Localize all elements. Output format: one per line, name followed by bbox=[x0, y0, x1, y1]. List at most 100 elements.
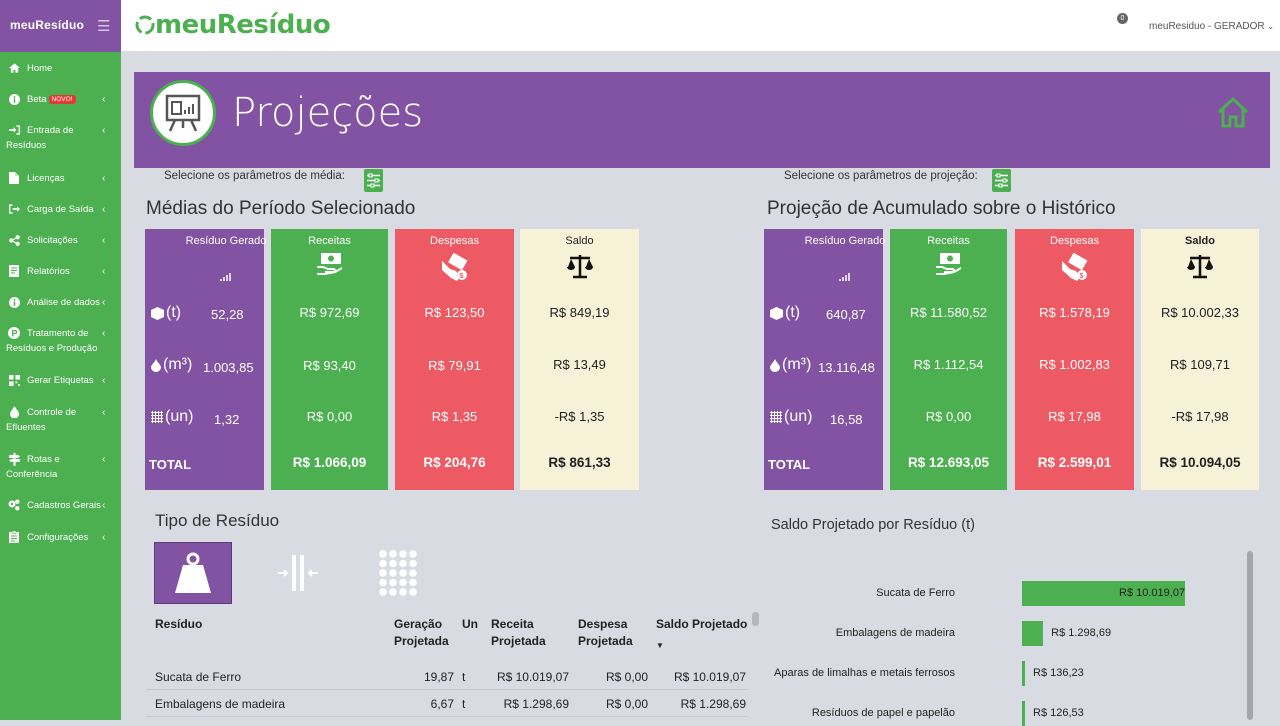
bar-value-label: R$ 126,53 bbox=[1033, 707, 1084, 719]
new-badge: NOVO! bbox=[48, 95, 76, 104]
app-logo-text: meuResíduo bbox=[155, 10, 331, 40]
value-total: R$ 2.599,01 bbox=[1037, 455, 1112, 470]
sidebar-item-label: Relatórios bbox=[27, 266, 70, 277]
value-m3: R$ 93,40 bbox=[303, 358, 356, 373]
card-header: Receitas bbox=[308, 235, 351, 247]
sidebar-brand: meuResíduo ☰ bbox=[0, 0, 121, 52]
col-header-geracao[interactable]: Geração Projetada bbox=[394, 616, 458, 650]
sidebar-item-solicitacoes[interactable]: Solicitações ‹ bbox=[0, 233, 121, 249]
tipo-residuo-title: Tipo de Resíduo bbox=[155, 511, 280, 530]
projecao-params-label: Selecione os parâmetros de projeção: bbox=[784, 170, 978, 182]
sidebar-item-analise[interactable]: Análise de dados ‹ bbox=[0, 295, 121, 311]
bar-value-label: R$ 136,23 bbox=[1033, 667, 1084, 679]
sidebar-item-label: Beta bbox=[27, 94, 47, 105]
bar[interactable] bbox=[1022, 661, 1025, 686]
app-logo[interactable]: meuResíduo bbox=[135, 10, 331, 40]
value-t: R$ 849,19 bbox=[549, 305, 610, 320]
unit-row-m3: (m³) bbox=[151, 356, 192, 374]
medias-title: Médias do Período Selecionado bbox=[146, 198, 416, 219]
cell-despesa: R$ 0,00 bbox=[605, 697, 648, 711]
sidebar-item-carga-saida[interactable]: Carga de Saída ‹ bbox=[0, 202, 121, 218]
grid-icon bbox=[770, 411, 782, 423]
sidebar-item-home[interactable]: Home bbox=[0, 61, 121, 77]
unit-label: (un) bbox=[165, 408, 194, 425]
sidebar-logo[interactable]: meuResíduo bbox=[10, 18, 84, 32]
chevron-left-icon: ‹ bbox=[102, 173, 106, 184]
sidebar-item-configuracoes[interactable]: Configurações ‹ bbox=[0, 530, 121, 546]
tipo-volume-button[interactable] bbox=[259, 542, 337, 604]
page-header-banner: Projeções bbox=[134, 72, 1270, 168]
notification-badge[interactable]: 0 bbox=[1117, 13, 1128, 24]
sidebar-item-beta[interactable]: Beta NOVO! ‹ bbox=[0, 92, 121, 108]
unit-label: (m³) bbox=[163, 356, 193, 373]
col-header-despesa[interactable]: Despesa Projetada bbox=[578, 616, 642, 650]
sidebar-item-rotas[interactable]: Rotas e Conferência ‹ bbox=[0, 452, 121, 484]
sidebar-item-efluentes[interactable]: Controle de Efluentes ‹ bbox=[0, 405, 121, 437]
value-un: -R$ 1,35 bbox=[554, 409, 605, 424]
report-icon bbox=[8, 264, 20, 278]
sidebar-item-relatorios[interactable]: Relatórios ‹ bbox=[0, 264, 121, 280]
cell-saldo: R$ 10.019,07 bbox=[673, 670, 746, 684]
value-total: R$ 204,76 bbox=[423, 455, 486, 470]
menu-toggle-icon[interactable]: ☰ bbox=[97, 17, 110, 35]
sidebar-item-label: Solicitações bbox=[27, 235, 78, 246]
bar[interactable] bbox=[1022, 621, 1044, 646]
sidebar-item-entrada[interactable]: Entrada de Resíduos ‹ bbox=[0, 123, 121, 155]
recycle-logo-icon bbox=[135, 15, 155, 35]
sidebar-item-label: Licenças bbox=[27, 173, 65, 184]
filter-settings-icon[interactable] bbox=[992, 169, 1011, 192]
gears-icon bbox=[8, 498, 20, 512]
cell-geracao: 6,67 bbox=[430, 697, 454, 711]
unit-label: (un) bbox=[784, 408, 813, 425]
unit-value: 1,32 bbox=[214, 412, 240, 427]
bar[interactable] bbox=[1022, 701, 1025, 726]
col-header-residuo[interactable]: Resíduo bbox=[155, 616, 202, 633]
sidebar-item-label: Gerar Etiquetas bbox=[27, 375, 94, 386]
tipo-peso-button[interactable] bbox=[154, 542, 232, 604]
filter-settings-icon[interactable] bbox=[364, 169, 383, 192]
home-icon[interactable] bbox=[1216, 95, 1250, 134]
unit-value: 640,87 bbox=[826, 307, 866, 322]
value-m3: R$ 79,91 bbox=[428, 358, 481, 373]
saldo-chart-title: Saldo Projetado por Resíduo (t) bbox=[771, 517, 975, 533]
drop-icon bbox=[770, 358, 780, 372]
col-header-un[interactable]: Un bbox=[462, 616, 478, 633]
cell-saldo: R$ 1.298,69 bbox=[680, 697, 746, 711]
chart-scrollbar[interactable] bbox=[1247, 551, 1253, 720]
projecao-title: Projeção de Acumulado sobre o Histórico bbox=[767, 198, 1116, 219]
bar-value-label: R$ 1.298,69 bbox=[1051, 627, 1112, 639]
col-header-receita[interactable]: Receita Projetada bbox=[491, 616, 555, 650]
table-row[interactable]: Embalagens de madeira 6,67 t R$ 1.298,69… bbox=[146, 691, 748, 717]
table-scrollbar[interactable] bbox=[752, 612, 759, 626]
value-total: R$ 861,33 bbox=[548, 455, 611, 470]
tipo-unidade-button[interactable] bbox=[359, 542, 437, 604]
user-menu[interactable]: meuResiduo - GERADOR ⌄ bbox=[1149, 21, 1274, 32]
sidebar-item-licencas[interactable]: Licenças ‹ bbox=[0, 171, 121, 187]
value-t: R$ 11.580,52 bbox=[909, 305, 988, 320]
table-row[interactable]: Sucata de Ferro 19,87 t R$ 10.019,07 R$ … bbox=[146, 664, 748, 690]
media-params-label: Selecione os parâmetros de média: bbox=[164, 170, 345, 182]
chevron-left-icon: ‹ bbox=[102, 94, 106, 105]
sign-out-icon bbox=[8, 202, 20, 216]
unit-row-t: (t) bbox=[770, 304, 800, 322]
sidebar-item-label: Carga de Saída bbox=[27, 204, 94, 215]
sidebar-item-etiquetas[interactable]: Gerar Etiquetas ‹ bbox=[0, 373, 121, 389]
bar-category-label: Resíduos de papel e papelão bbox=[811, 707, 955, 719]
unit-label: (t) bbox=[166, 304, 182, 321]
value-total: R$ 10.094,05 bbox=[1159, 455, 1241, 470]
col-header-saldo[interactable]: Saldo Projetado ▼ bbox=[656, 616, 756, 654]
home-icon bbox=[8, 61, 20, 75]
chevron-left-icon: ‹ bbox=[102, 500, 106, 511]
bar-category-label: Sucata de Ferro bbox=[876, 587, 955, 599]
compress-icon bbox=[278, 555, 318, 591]
svg-text:$: $ bbox=[1079, 273, 1083, 280]
value-t: R$ 123,50 bbox=[424, 305, 485, 320]
sidebar-item-tratamento[interactable]: P Tratamento de Resíduos e Produção ‹ bbox=[0, 326, 121, 358]
cell-despesa: R$ 0,00 bbox=[605, 670, 648, 684]
value-total: R$ 1.066,09 bbox=[292, 455, 367, 470]
value-un: R$ 1,35 bbox=[431, 409, 478, 424]
cube-icon bbox=[151, 306, 164, 320]
info-icon bbox=[8, 295, 20, 309]
value-t: R$ 972,69 bbox=[299, 305, 360, 320]
sidebar-item-cadastros[interactable]: Cadastros Gerais ‹ bbox=[0, 498, 121, 514]
